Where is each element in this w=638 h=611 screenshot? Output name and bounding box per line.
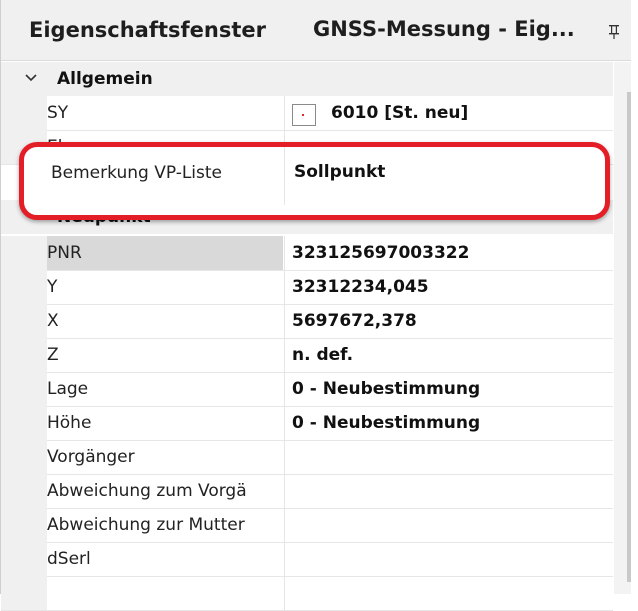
property-name: Y xyxy=(47,277,58,297)
property-name: X xyxy=(47,311,59,331)
property-value[interactable]: 0 - Neubestimmung xyxy=(292,406,480,440)
property-value[interactable]: 32312234,045 xyxy=(292,270,429,304)
category-allgemein[interactable]: Allgemein xyxy=(1,62,613,96)
property-name: Abweichung zum Vorgä xyxy=(47,481,247,501)
property-name: PNR xyxy=(47,236,283,270)
property-row-vorgaenger[interactable]: Vorgänger xyxy=(1,440,613,475)
properties-panel: Eigenschaftsfenster GNSS-Messung - Eig..… xyxy=(0,0,631,611)
property-row-pnr[interactable]: PNR 323125697003322 xyxy=(1,236,613,271)
pin-icon[interactable] xyxy=(607,24,621,40)
property-row-abweichung-vorgaenger[interactable]: Abweichung zum Vorgä xyxy=(1,474,613,509)
property-name: SY xyxy=(47,103,69,123)
property-name: dSerl xyxy=(47,549,91,569)
property-row-z[interactable]: Z n. def. xyxy=(1,338,613,373)
property-name: Lage xyxy=(47,379,89,399)
scrollbar-thumb[interactable] xyxy=(627,92,631,582)
property-name: Z xyxy=(47,345,59,365)
property-row-lage[interactable]: Lage 0 - Neubestimmung xyxy=(1,372,613,407)
chevron-down-icon[interactable] xyxy=(25,72,37,84)
property-value[interactable]: 0 - Neubestimmung xyxy=(292,372,480,406)
property-value[interactable]: n. def. xyxy=(292,338,353,372)
property-row-dserl[interactable]: dSerl xyxy=(1,542,613,577)
panel-title: Eigenschaftsfenster xyxy=(29,18,266,42)
property-row-sy[interactable]: SY 6010 [St. neu] xyxy=(1,96,613,131)
property-value-bemerkung[interactable]: Sollpunkt xyxy=(294,162,385,182)
property-name-bemerkung: Bemerkung VP-Liste xyxy=(51,163,223,183)
property-name: Höhe xyxy=(47,413,92,433)
property-row-hoehe[interactable]: Höhe 0 - Neubestimmung xyxy=(1,406,613,441)
property-value[interactable]: 323125697003322 xyxy=(292,236,469,270)
category-label: Allgemein xyxy=(57,69,153,89)
panel-subtitle: GNSS-Messung - Eig... xyxy=(313,17,575,41)
panel-header: Eigenschaftsfenster GNSS-Messung - Eig..… xyxy=(1,0,631,61)
property-row-y[interactable]: Y 32312234,045 xyxy=(1,270,613,305)
property-value[interactable]: 6010 [St. neu] xyxy=(331,96,468,130)
property-row-x[interactable]: X 5697672,378 xyxy=(1,304,613,339)
symbol-swatch[interactable] xyxy=(292,104,316,126)
property-name: Vorgänger xyxy=(47,447,135,467)
highlighted-property-row[interactable]: Bemerkung VP-Liste Sollpunkt xyxy=(19,142,610,220)
property-name: Abweichung zur Mutter xyxy=(47,515,245,535)
property-value[interactable]: 5697672,378 xyxy=(292,304,417,338)
property-row-abweichung-mutter[interactable]: Abweichung zur Mutter xyxy=(1,508,613,543)
